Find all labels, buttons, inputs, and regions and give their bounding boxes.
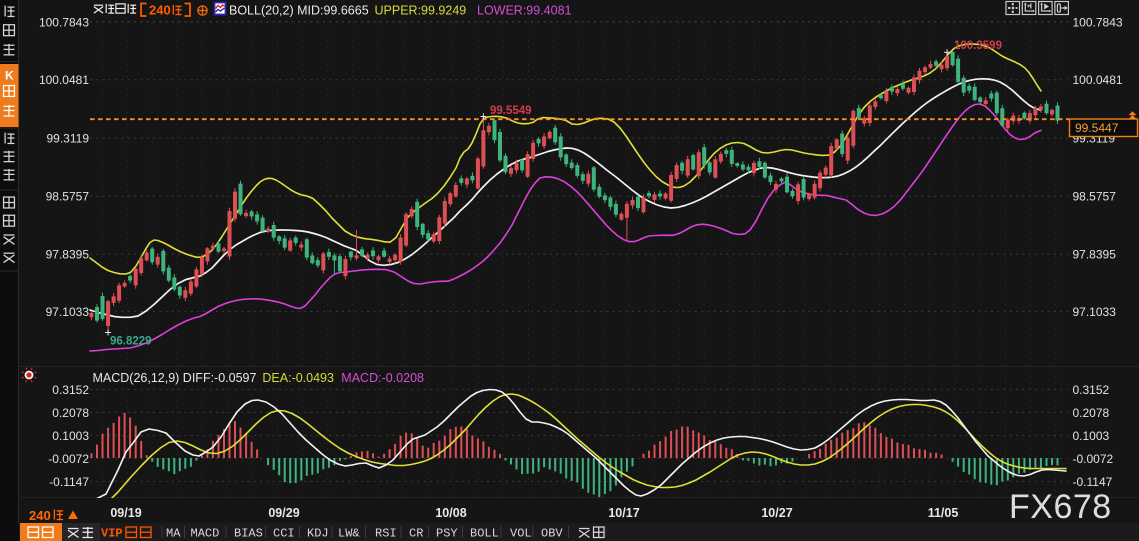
svg-text:BIAS: BIAS [234, 527, 263, 541]
svg-text:DEA:-0.0493: DEA:-0.0493 [262, 371, 334, 385]
svg-text:KDJ: KDJ [307, 527, 329, 541]
svg-text:LOWER:99.4081: LOWER:99.4081 [477, 4, 572, 18]
svg-text:PSY: PSY [436, 527, 458, 541]
svg-text:MACD: MACD [191, 527, 220, 541]
svg-text:VIP: VIP [101, 527, 123, 541]
svg-text:240: 240 [29, 508, 51, 523]
svg-text:UPPER:99.9249: UPPER:99.9249 [375, 4, 467, 18]
svg-text:OBV: OBV [541, 527, 563, 541]
svg-text:K: K [5, 69, 14, 83]
svg-text:MACD(26,12,9) DIFF:-0.0597: MACD(26,12,9) DIFF:-0.0597 [93, 371, 257, 385]
svg-text:BOLL: BOLL [470, 527, 499, 541]
svg-text:BOLL(20,2) MID:99.6665: BOLL(20,2) MID:99.6665 [229, 4, 369, 18]
svg-text:MA: MA [166, 527, 181, 541]
svg-text:VOL: VOL [510, 527, 532, 541]
svg-text:MACD:-0.0208: MACD:-0.0208 [341, 371, 424, 385]
svg-text:CR: CR [409, 527, 423, 541]
svg-text:RSI: RSI [375, 527, 397, 541]
svg-text:LW&: LW& [338, 527, 360, 541]
svg-text:CCI: CCI [273, 527, 295, 541]
svg-text:240: 240 [149, 3, 171, 18]
